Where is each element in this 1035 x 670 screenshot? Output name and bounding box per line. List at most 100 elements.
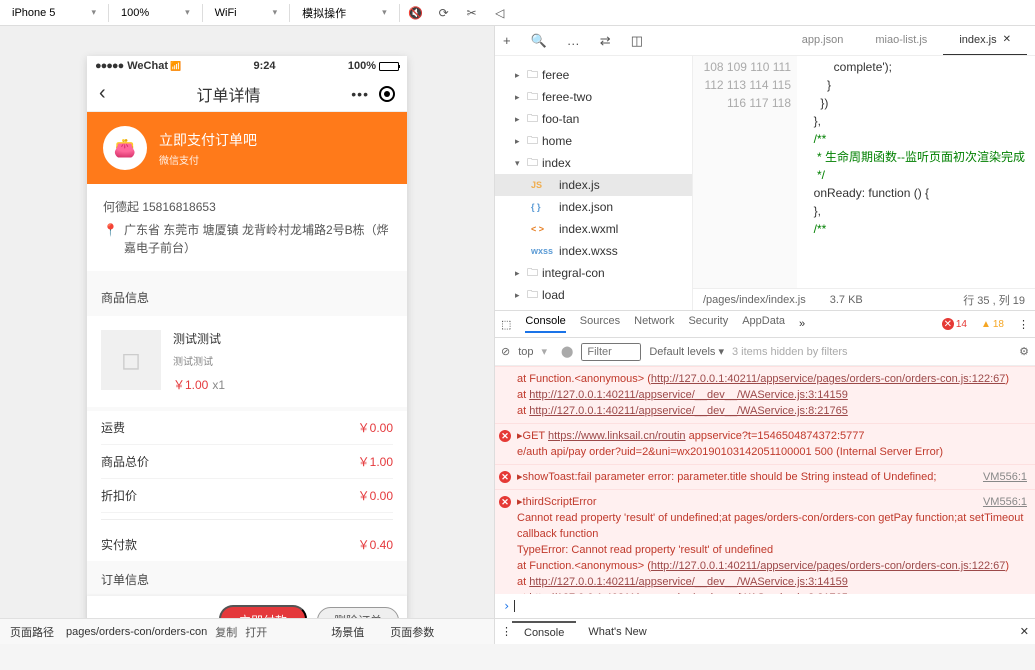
console-prompt[interactable]: › bbox=[495, 594, 1035, 618]
pin-icon: 📍 bbox=[103, 221, 118, 257]
divider bbox=[108, 4, 109, 22]
back-arrow-icon[interactable]: ◁ bbox=[488, 1, 512, 25]
editor-tabs: app.jsonmiao-list.jsindex.js ✕ bbox=[786, 26, 1027, 56]
context-select[interactable]: top bbox=[518, 346, 533, 358]
battery-icon bbox=[379, 62, 399, 71]
devtools-tab[interactable]: Sources bbox=[580, 315, 620, 333]
file-item[interactable]: wxssindex.wxss bbox=[495, 240, 692, 262]
folder-item[interactable]: ▸🗀integral-con bbox=[495, 262, 692, 284]
search-icon[interactable]: 🔍 bbox=[531, 33, 547, 49]
sim-footer: 页面路径 pages/orders-con/orders-con 复制 打开 场… bbox=[0, 618, 494, 644]
divider bbox=[399, 4, 400, 22]
folder-item[interactable]: ▸🗀foo-tan bbox=[495, 108, 692, 130]
path-label: 页面路径 bbox=[10, 624, 54, 640]
editor-tab[interactable]: index.js ✕ bbox=[943, 26, 1027, 55]
back-icon[interactable]: ‹ bbox=[99, 82, 106, 105]
console-message[interactable]: ✕VM556:1▸thirdScriptErrorCannot read pro… bbox=[495, 489, 1035, 594]
file-item[interactable]: { }index.json bbox=[495, 196, 692, 218]
drawer-tab-console[interactable]: Console bbox=[512, 621, 576, 643]
cursor-pos: 行 35 , 列 19 bbox=[963, 292, 1025, 308]
code-content[interactable]: complete'); } }) }, /** * 生命周期函数--监听页面初次… bbox=[797, 56, 1035, 288]
file-size: 3.7 KB bbox=[830, 294, 863, 306]
addr-contact: 何德起 15816818653 bbox=[103, 198, 391, 215]
editor-tab[interactable]: app.json bbox=[786, 26, 860, 55]
file-item[interactable]: JSindex.js bbox=[495, 174, 692, 196]
divider bbox=[202, 4, 203, 22]
address-card: 何德起 15816818653 📍 广东省 东莞市 塘厦镇 龙背岭村龙埔路2号B… bbox=[87, 184, 407, 271]
folder-item[interactable]: ▸🗀feree-two bbox=[495, 86, 692, 108]
drawer-toggle-icon[interactable]: ⋮ bbox=[501, 625, 512, 638]
folder-item[interactable]: ▾🗀index bbox=[495, 152, 692, 174]
folder-item[interactable]: ▸🗀home bbox=[495, 130, 692, 152]
gear-icon[interactable]: ⚙ bbox=[1019, 345, 1029, 358]
folder-item[interactable]: ▸🗀load bbox=[495, 284, 692, 306]
editor-tab[interactable]: miao-list.js bbox=[859, 26, 943, 55]
cut-icon[interactable]: ✂ bbox=[460, 1, 484, 25]
settings-icon[interactable]: ⇄ bbox=[600, 33, 611, 49]
copy-link[interactable]: 复制 bbox=[215, 624, 237, 640]
code-area[interactable]: 108 109 110 111 112 113 114 115 116 117 … bbox=[693, 56, 1035, 288]
devtools-tab[interactable]: Console bbox=[525, 315, 565, 333]
inspect-icon[interactable]: ⬚ bbox=[501, 318, 511, 331]
goods-image: ◻ bbox=[101, 330, 161, 390]
clock: 9:24 bbox=[181, 60, 348, 72]
page-path-value: pages/orders-con/orders-con bbox=[66, 626, 207, 638]
goods-sub: 测试测试 bbox=[173, 353, 225, 368]
devtools-tab[interactable]: Security bbox=[688, 315, 728, 333]
price-row: 运费￥0.00 bbox=[101, 411, 393, 445]
more-icon[interactable]: … bbox=[567, 33, 580, 48]
level-select[interactable]: Default levels ▾ bbox=[649, 345, 724, 358]
mute-icon[interactable]: 🔇 bbox=[404, 1, 428, 25]
editor-toolbar: + 🔍 … ⇄ ◫ app.jsonmiao-list.jsindex.js ✕ bbox=[495, 26, 1035, 56]
overflow-icon[interactable]: » bbox=[799, 318, 805, 330]
right-panel: + 🔍 … ⇄ ◫ app.jsonmiao-list.jsindex.js ✕… bbox=[494, 26, 1035, 644]
console-message[interactable]: ✕VM556:1▸showToast:fail parameter error:… bbox=[495, 464, 1035, 489]
add-icon[interactable]: + bbox=[503, 33, 511, 48]
editor-main: 108 109 110 111 112 113 114 115 116 117 … bbox=[693, 56, 1035, 310]
goods-item: ◻ 测试测试 测试测试 ￥1.00x1 bbox=[87, 316, 407, 407]
price-row: 折扣价￥0.00 bbox=[101, 479, 393, 513]
clear-console-icon[interactable]: ⊘ bbox=[501, 345, 510, 358]
error-count[interactable]: ✕14 bbox=[942, 318, 967, 330]
wallet-icon: 👛 bbox=[103, 126, 147, 170]
mock-select[interactable]: 模拟操作 bbox=[294, 1, 395, 25]
phone-status-bar: ●●●●● WeChat 📶 9:24 100% bbox=[87, 56, 407, 76]
devtools-tab[interactable]: Network bbox=[634, 315, 674, 333]
section-goods: 商品信息 bbox=[87, 279, 407, 316]
zoom-select[interactable]: 100% bbox=[113, 1, 198, 25]
close-miniprogram-icon[interactable] bbox=[379, 86, 395, 102]
folder-item[interactable]: ▸🗀feree bbox=[495, 64, 692, 86]
phone-body[interactable]: 👛 立即支付订单吧 微信支付 何德起 15816818653 📍 广东省 东莞市… bbox=[87, 112, 407, 624]
pay-banner: 👛 立即支付订单吧 微信支付 bbox=[87, 112, 407, 184]
drawer-tabs: ⋮ Console What's New ✕ bbox=[495, 618, 1035, 644]
goods-qty: x1 bbox=[212, 378, 225, 392]
warning-count[interactable]: ▲18 bbox=[981, 319, 1004, 330]
network-select[interactable]: WiFi bbox=[207, 1, 286, 25]
console-body[interactable]: at Function.<anonymous> (http://127.0.0.… bbox=[495, 366, 1035, 594]
wx-nav-bar: ‹ 订单详情 ••• bbox=[87, 76, 407, 112]
console-message[interactable]: at Function.<anonymous> (http://127.0.0.… bbox=[495, 366, 1035, 423]
drawer-tab-whatsnew[interactable]: What's New bbox=[576, 622, 658, 642]
kebab-icon[interactable]: ⋮ bbox=[1018, 318, 1029, 331]
file-item[interactable]: < >index.wxml bbox=[495, 218, 692, 240]
filter-input[interactable] bbox=[581, 343, 641, 361]
devtools-tabbar: ⬚ Console Sources Network Security AppData »… bbox=[495, 310, 1035, 338]
battery: 100% bbox=[348, 60, 399, 72]
device-select[interactable]: iPhone 5 bbox=[4, 1, 104, 25]
open-link[interactable]: 打开 bbox=[245, 624, 267, 640]
devtools-tab[interactable]: AppData bbox=[742, 315, 785, 333]
hidden-items: 3 items hidden by filters bbox=[732, 346, 848, 358]
simulator-panel: ●●●●● WeChat 📶 9:24 100% ‹ 订单详情 ••• bbox=[0, 26, 494, 644]
close-drawer-icon[interactable]: ✕ bbox=[1020, 625, 1029, 638]
close-tab-icon[interactable]: ✕ bbox=[1003, 34, 1011, 45]
rotate-icon[interactable]: ⟳ bbox=[432, 1, 456, 25]
addr-full: 广东省 东莞市 塘厦镇 龙背岭村龙埔路2号B栋（烨嘉电子前台） bbox=[124, 221, 391, 257]
signal-icon: ●●●●● bbox=[95, 60, 123, 72]
split-icon[interactable]: ◫ bbox=[631, 33, 643, 49]
more-icon[interactable]: ••• bbox=[351, 86, 369, 102]
console-message[interactable]: ✕▸GET https://www.linksail.cn/routin app… bbox=[495, 423, 1035, 464]
scene-label: 场景值 bbox=[331, 624, 364, 640]
pay-subtitle: 微信支付 bbox=[159, 152, 257, 167]
file-tree[interactable]: ▸🗀feree▸🗀feree-two▸🗀foo-tan▸🗀home▾🗀index… bbox=[495, 56, 693, 310]
editor-status-bar: /pages/index/index.js 3.7 KB 行 35 , 列 19 bbox=[693, 288, 1035, 310]
